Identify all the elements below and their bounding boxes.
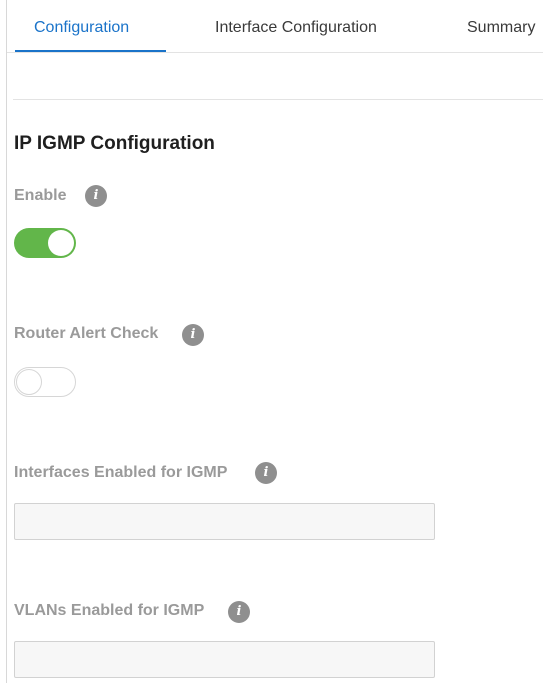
info-icon[interactable]: i [182,324,204,346]
tab-summary[interactable]: Summary [467,0,535,52]
info-icon[interactable]: i [255,462,277,484]
toggle-knob [48,230,74,256]
toggle-knob [16,369,42,395]
info-icon[interactable]: i [228,601,250,623]
section-divider [13,99,543,100]
enable-label: Enable [14,187,67,204]
interfaces-enabled-label: Interfaces Enabled for IGMP [14,464,228,481]
vlans-enabled-label: VLANs Enabled for IGMP [14,602,205,619]
tab-interface-configuration[interactable]: Interface Configuration [215,0,377,52]
tab-bar: Configuration Interface Configuration Su… [7,0,543,53]
tab-configuration[interactable]: Configuration [34,0,129,52]
config-panel: Configuration Interface Configuration Su… [6,0,543,683]
router-alert-check-label: Router Alert Check [14,325,159,342]
router-alert-check-toggle[interactable] [14,367,76,397]
info-icon[interactable]: i [85,185,107,207]
vlans-enabled-input[interactable] [14,641,435,678]
active-tab-indicator [15,50,166,52]
enable-toggle[interactable] [14,228,76,258]
section-title: IP IGMP Configuration [14,133,215,154]
interfaces-enabled-input[interactable] [14,503,435,540]
